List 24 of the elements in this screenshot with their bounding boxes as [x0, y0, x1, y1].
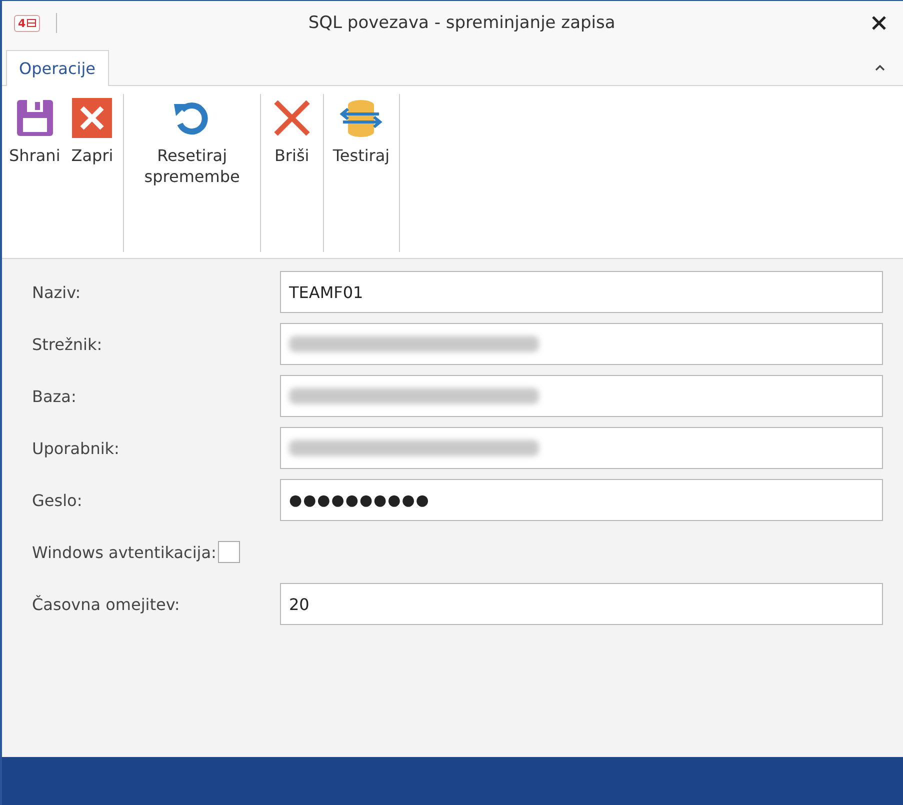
ribbon-tab[interactable]: Operacije [6, 50, 109, 86]
password-field[interactable]: ●●●●●●●●●● [280, 479, 883, 521]
text-field[interactable] [280, 375, 883, 417]
ribbon-button[interactable]: Resetiraj spremembe [130, 94, 254, 252]
ribbon-button[interactable]: Shrani [6, 94, 64, 252]
field-label: Geslo: [32, 490, 84, 510]
window-title: SQL povezava - spreminjanje zapisa [307, 13, 616, 33]
chevron-up-icon [875, 64, 885, 71]
field-label: Naziv: [32, 282, 82, 302]
field-label: Uporabnik: [32, 438, 120, 458]
text-field[interactable] [280, 427, 883, 469]
field-label: Baza: [32, 386, 78, 406]
close-icon [70, 96, 114, 140]
text-field[interactable]: 20 [280, 583, 883, 625]
ribbon-button[interactable]: Zapri [67, 94, 118, 252]
checkbox[interactable] [218, 541, 240, 563]
ribbon-button[interactable]: Testiraj [330, 94, 393, 252]
field-label: Strežnik: [32, 334, 104, 354]
text-field[interactable]: TEAMF01 [280, 271, 883, 313]
field-label: Časovna omejitev: [32, 594, 181, 614]
app-logo: 4 [14, 14, 40, 32]
ribbon-button[interactable]: Briši [266, 94, 317, 252]
field-label: Windows avtentikacija: [32, 542, 216, 562]
text-field[interactable] [280, 323, 883, 365]
